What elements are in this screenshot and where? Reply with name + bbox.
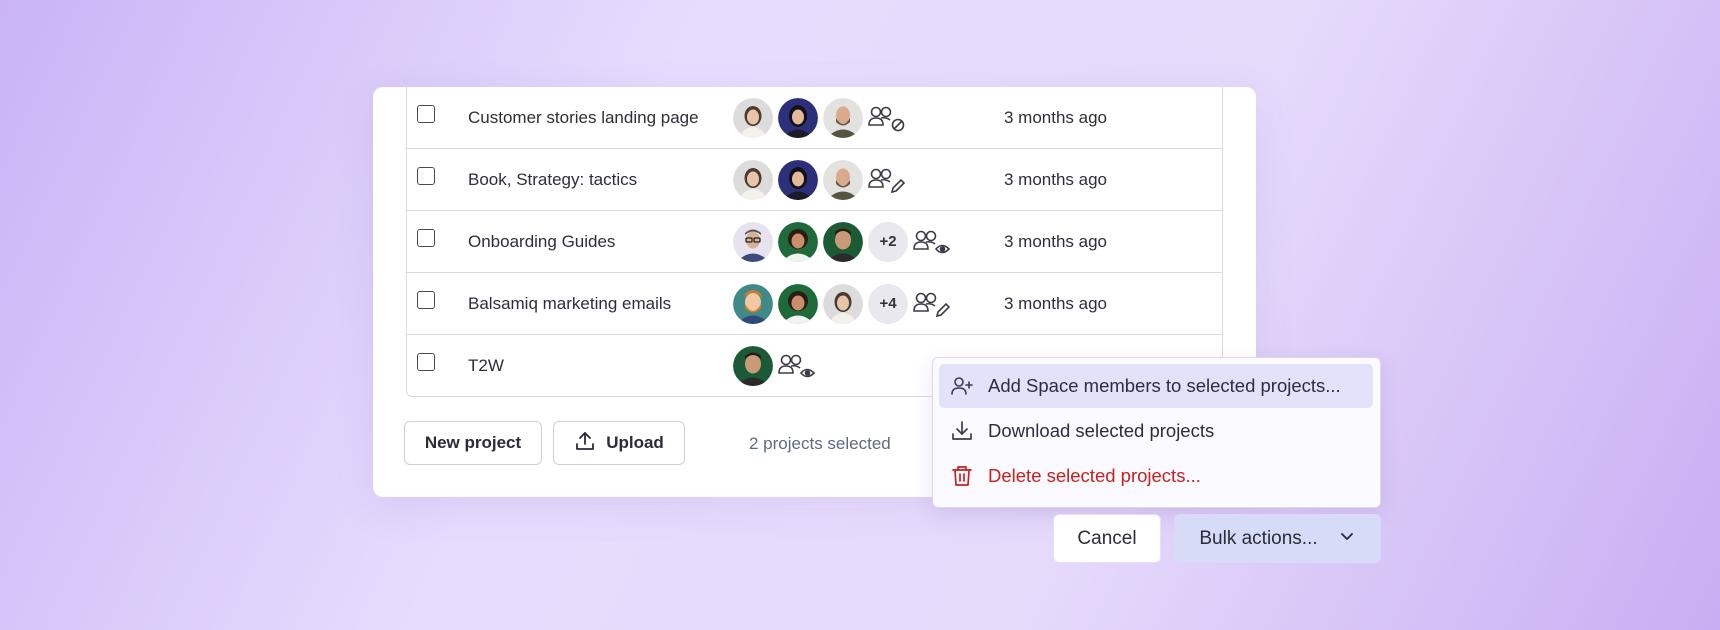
menu-item-label: Delete selected projects... — [988, 465, 1201, 486]
cancel-button[interactable]: Cancel — [1053, 514, 1161, 563]
trash-icon — [950, 464, 974, 488]
new-project-label: New project — [424, 433, 522, 452]
avatar — [733, 221, 773, 262]
member-avatars: +4 — [733, 283, 951, 324]
menu-item-add-members[interactable]: Add Space members to selected projects..… — [939, 364, 1373, 408]
upload-icon — [574, 430, 606, 457]
avatar — [733, 345, 773, 386]
member-avatars — [733, 345, 816, 386]
row-checkbox[interactable] — [417, 353, 435, 371]
avatar — [778, 283, 818, 324]
selected-count: 2 projects selected — [749, 434, 891, 453]
no-access-icon — [868, 103, 906, 133]
table-row[interactable]: Onboarding Guides +2 3 months ago — [407, 210, 1222, 272]
menu-item-label: Add Space members to selected projects..… — [988, 375, 1341, 396]
table-row[interactable]: Book, Strategy: tactics 3 months ago — [407, 148, 1222, 210]
project-name[interactable]: Customer stories landing page — [468, 108, 699, 128]
avatar — [823, 97, 863, 138]
upload-label: Upload — [606, 433, 664, 452]
edit-icon — [913, 289, 951, 319]
table-row[interactable]: Customer stories landing page 3 months a… — [407, 87, 1222, 148]
new-project-button[interactable]: New project — [404, 421, 542, 465]
updated-time: 3 months ago — [1004, 107, 1108, 127]
avatar — [733, 159, 773, 200]
avatar — [733, 97, 773, 138]
avatar — [823, 221, 863, 262]
menu-item-label: Download selected projects — [988, 420, 1215, 441]
menu-item-download[interactable]: Download selected projects — [939, 409, 1373, 453]
updated-time: 3 months ago — [1004, 231, 1108, 251]
avatar — [823, 283, 863, 324]
bulk-actions-menu: Add Space members to selected projects..… — [932, 357, 1381, 508]
download-icon — [950, 419, 974, 443]
more-members-badge[interactable]: +2 — [868, 221, 908, 262]
table-row[interactable]: Balsamiq marketing emails +4 3 months ag… — [407, 272, 1222, 334]
upload-button[interactable]: Upload — [553, 421, 685, 465]
project-name[interactable]: T2W — [468, 356, 504, 376]
row-checkbox[interactable] — [417, 167, 435, 185]
view-icon — [778, 351, 816, 381]
row-checkbox[interactable] — [417, 229, 435, 247]
member-avatars — [733, 159, 906, 200]
updated-time: 3 months ago — [1004, 169, 1108, 189]
member-avatars — [733, 97, 906, 138]
view-icon — [913, 227, 951, 257]
row-checkbox[interactable] — [417, 105, 435, 123]
avatar — [823, 159, 863, 200]
chevron-down-icon — [1318, 527, 1356, 551]
add-user-icon — [950, 374, 974, 398]
bulk-actions-label: Bulk actions... — [1199, 527, 1318, 549]
avatar — [778, 221, 818, 262]
menu-item-delete[interactable]: Delete selected projects... — [939, 454, 1373, 498]
updated-time: 3 months ago — [1004, 293, 1108, 313]
avatar — [778, 97, 818, 138]
project-name[interactable]: Balsamiq marketing emails — [468, 294, 671, 314]
avatar — [733, 283, 773, 324]
avatar — [778, 159, 818, 200]
projects-table: Customer stories landing page 3 months a… — [406, 87, 1223, 397]
project-name[interactable]: Book, Strategy: tactics — [468, 170, 637, 190]
member-avatars: +2 — [733, 221, 951, 262]
row-checkbox[interactable] — [417, 291, 435, 309]
cancel-label: Cancel — [1077, 527, 1137, 549]
bulk-actions-button[interactable]: Bulk actions... — [1174, 514, 1381, 563]
project-name[interactable]: Onboarding Guides — [468, 232, 615, 252]
edit-icon — [868, 165, 906, 195]
more-members-badge[interactable]: +4 — [868, 283, 908, 324]
